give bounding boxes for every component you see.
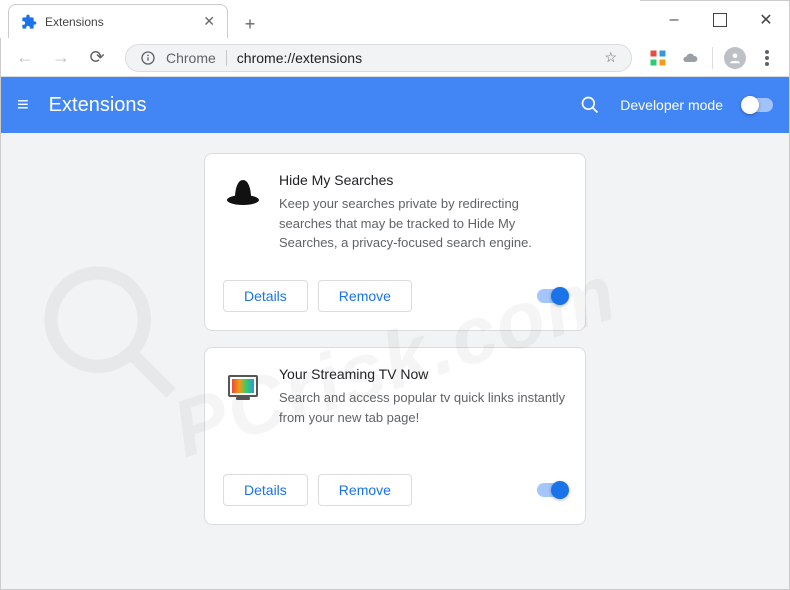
extensions-list: PCrisk.com Hide My Searches Keep your se…	[1, 133, 789, 589]
tab-strip: Extensions ✕ +	[0, 0, 640, 38]
url-scheme-label: Chrome	[166, 50, 216, 66]
kebab-icon	[765, 50, 769, 66]
bookmark-star-icon[interactable]: ☆	[604, 49, 617, 66]
tv-icon	[228, 375, 258, 397]
browser-toolbar: ← → ⟳ Chrome chrome://extensions ☆	[1, 39, 789, 77]
remove-button[interactable]: Remove	[318, 474, 412, 506]
search-icon[interactable]	[580, 95, 600, 115]
reload-button[interactable]: ⟳	[81, 42, 113, 74]
details-button[interactable]: Details	[223, 280, 308, 312]
new-tab-button[interactable]: +	[236, 10, 264, 38]
browser-window: Extensions ✕ + – ✕ ← → ⟳ Chrome chrome:/…	[0, 0, 790, 590]
window-close-button[interactable]: ✕	[743, 1, 789, 39]
hamburger-menu-button[interactable]: ≡	[17, 94, 29, 117]
cloud-icon	[682, 50, 698, 66]
extension-enable-toggle[interactable]	[537, 289, 567, 303]
forward-button[interactable]: →	[45, 42, 77, 74]
toggle-thumb-on	[551, 287, 569, 305]
tab-close-icon[interactable]: ✕	[203, 13, 215, 30]
toggle-thumb	[741, 96, 759, 114]
extension-toolbar-icon-2[interactable]	[676, 44, 704, 72]
grid-color-icon	[649, 49, 667, 67]
extension-toolbar-icon-1[interactable]	[644, 44, 672, 72]
back-button[interactable]: ←	[9, 42, 41, 74]
window-minimize-button[interactable]: –	[651, 1, 697, 39]
watermark-search-icon	[31, 253, 191, 413]
extension-description: Search and access popular tv quick links…	[279, 388, 567, 427]
developer-mode-toggle[interactable]	[743, 98, 773, 112]
toolbar-divider	[712, 47, 713, 69]
extension-card: Hide My Searches Keep your searches priv…	[204, 153, 586, 331]
info-icon	[140, 50, 156, 66]
square-icon	[713, 13, 727, 27]
extension-name: Hide My Searches	[279, 172, 567, 188]
extension-icon	[223, 172, 263, 212]
puzzle-icon	[21, 14, 37, 30]
avatar-icon	[724, 47, 746, 69]
extension-enable-toggle[interactable]	[537, 483, 567, 497]
profile-avatar[interactable]	[721, 44, 749, 72]
url-path: chrome://extensions	[237, 50, 362, 66]
remove-button[interactable]: Remove	[318, 280, 412, 312]
page-title: Extensions	[49, 94, 147, 117]
window-maximize-button[interactable]	[697, 1, 743, 39]
developer-mode-label: Developer mode	[620, 97, 723, 113]
url-divider	[226, 50, 227, 66]
url-actions: ☆	[604, 49, 617, 66]
extensions-header: ≡ Extensions Developer mode	[1, 77, 789, 133]
hat-icon	[226, 178, 260, 206]
extension-description: Keep your searches private by redirectin…	[279, 194, 567, 253]
toggle-thumb-on	[551, 481, 569, 499]
extension-name: Your Streaming TV Now	[279, 366, 567, 382]
extension-card: Your Streaming TV Now Search and access …	[204, 347, 586, 525]
extension-icon	[223, 366, 263, 406]
tab-extensions[interactable]: Extensions ✕	[8, 4, 228, 38]
kebab-menu-button[interactable]	[753, 44, 781, 72]
address-bar[interactable]: Chrome chrome://extensions ☆	[125, 44, 632, 72]
details-button[interactable]: Details	[223, 474, 308, 506]
tab-title: Extensions	[45, 15, 104, 29]
